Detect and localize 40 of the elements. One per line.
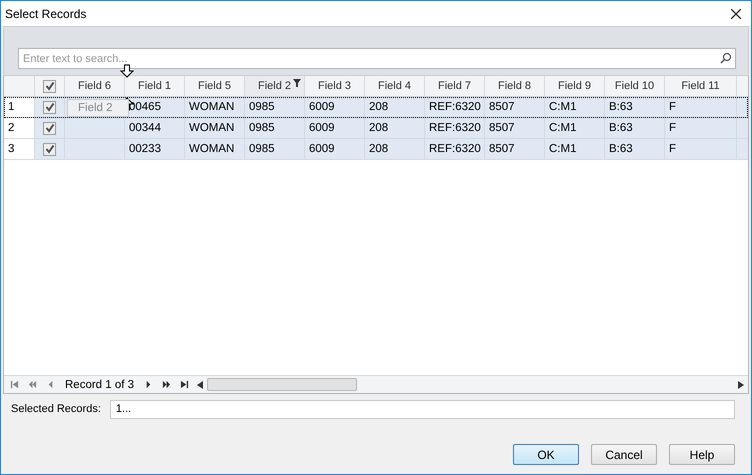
table-row[interactable]: 2 00344 WOMAN 0985 6009 208 REF:6320 8507 C:M1 B:63 F xyxy=(4,118,748,139)
window-title: Select Records xyxy=(5,6,86,20)
table-cell: WOMAN xyxy=(185,139,245,160)
checkbox[interactable] xyxy=(43,80,56,92)
table-cell: 0985 xyxy=(245,139,305,160)
checkbox[interactable] xyxy=(43,100,56,114)
scroll-left-icon[interactable] xyxy=(197,380,204,388)
table-cell: REF:6320 xyxy=(425,139,485,160)
table-cell: 6009 xyxy=(305,139,365,160)
row-number: 1 xyxy=(4,97,35,118)
search-field[interactable]: Enter text to search... xyxy=(18,48,736,69)
selected-records-field[interactable]: 1... xyxy=(110,400,735,418)
checkbox[interactable] xyxy=(43,142,56,156)
scroll-thumb[interactable] xyxy=(207,378,358,391)
table-cell: 00233 xyxy=(125,139,185,160)
search-icon[interactable] xyxy=(720,52,732,64)
checkbox[interactable] xyxy=(43,122,56,134)
filter-icon[interactable] xyxy=(293,79,301,87)
table-row[interactable]: 3 00233 WOMAN 0985 6009 208 REF:6320 8507 C:M1 B:63 F xyxy=(4,139,748,160)
field-label: Selected Records: xyxy=(11,403,101,415)
close-icon[interactable] xyxy=(731,8,741,18)
table-cell: F xyxy=(665,139,737,160)
column-header[interactable]: Field 2 xyxy=(245,76,305,97)
table-cell: C:M1 xyxy=(545,139,605,160)
table-cell: 208 xyxy=(365,139,425,160)
previous-page-icon[interactable] xyxy=(28,380,37,389)
first-record-icon[interactable] xyxy=(10,380,19,389)
record-counter: Record 1 of 3 xyxy=(64,378,136,390)
table-cell: 8507 xyxy=(485,139,545,160)
table-cell: B:63 xyxy=(605,139,665,160)
last-record-icon[interactable] xyxy=(180,380,190,389)
previous-record-icon[interactable] xyxy=(46,380,55,389)
row-number: 2 xyxy=(4,118,35,139)
dialog-button[interactable]: Help xyxy=(669,444,735,465)
dialog-button[interactable]: Cancel xyxy=(591,444,657,465)
dragged-column-header: Field 2 xyxy=(67,99,129,117)
next-page-icon[interactable] xyxy=(162,380,172,389)
scroll-right-icon[interactable] xyxy=(738,380,744,388)
row-number: 3 xyxy=(4,139,35,160)
dialog-button[interactable]: OK xyxy=(513,444,579,465)
